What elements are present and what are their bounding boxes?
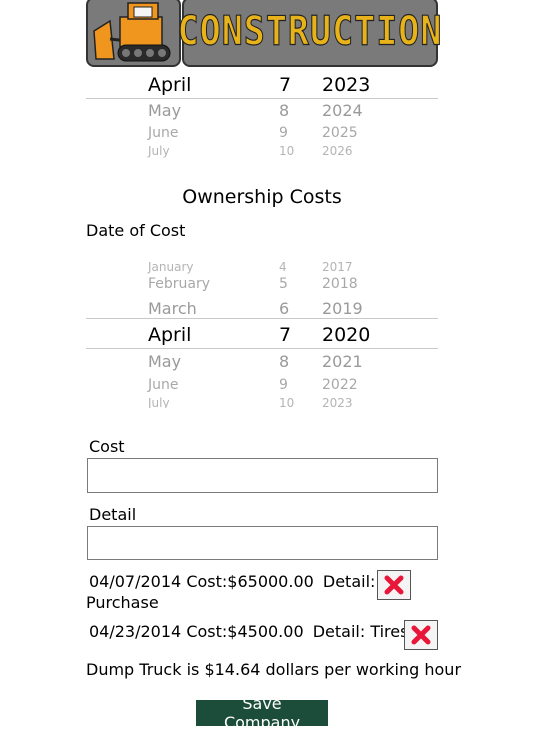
picker-year: 2025 — [322, 125, 358, 141]
picker-day: 9 — [279, 125, 288, 141]
picker-day: 4 — [279, 260, 287, 274]
picker-day: 9 — [279, 377, 288, 393]
picker-day: 8 — [279, 352, 290, 371]
picker-row[interactable]: June 9 2022 — [86, 377, 438, 397]
picker-month: June — [148, 377, 179, 393]
picker-year: 2021 — [322, 352, 363, 371]
entry-detail-label: Detail: Tires — [312, 622, 409, 641]
picker-selection-line — [86, 348, 438, 349]
picker-year: 2022 — [322, 377, 358, 393]
picker-month: May — [148, 352, 182, 371]
picker-day: 7 — [279, 324, 292, 346]
picker-row[interactable]: July 10 2026 — [86, 144, 438, 160]
picker-month: February — [148, 276, 211, 292]
entry-detail-label: Detail: — [322, 572, 376, 591]
picker-year: 2018 — [322, 276, 358, 292]
delete-entry-button[interactable] — [404, 620, 438, 650]
picker-month: April — [148, 74, 192, 96]
picker-day: 7 — [279, 74, 292, 96]
picker-day: 8 — [279, 101, 290, 120]
picker-year: 2023 — [322, 74, 371, 96]
picker-year: 2020 — [322, 324, 371, 346]
cost-entry-row: 04/07/2014 Cost:$65000.00 Detail: — [89, 572, 375, 591]
title-banner: CONSTRUCTION — [177, 0, 442, 67]
picker-year: 2019 — [322, 299, 363, 318]
top-date-picker[interactable]: April 7 2023 May 8 2024 June 9 2025 July 10 2026 — [86, 72, 438, 160]
red-x-icon — [411, 625, 431, 645]
picker-row[interactable]: May 8 2024 — [86, 101, 438, 121]
picker-month: June — [148, 125, 179, 141]
picker-row[interactable]: April 7 2020 — [86, 324, 438, 346]
ownership-costs-heading: Ownership Costs — [182, 186, 342, 208]
cost-input[interactable] — [87, 458, 438, 493]
picker-month: May — [148, 101, 182, 120]
picker-year: 2026 — [322, 144, 353, 158]
picker-day: 5 — [279, 276, 288, 292]
picker-month: July — [148, 396, 170, 408]
delete-entry-button[interactable] — [377, 570, 411, 600]
picker-month: July — [148, 144, 170, 158]
picker-row[interactable]: May 8 2021 — [86, 352, 438, 372]
entry-detail-value: Purchase — [86, 593, 159, 612]
picker-selection-line — [86, 98, 438, 99]
date-of-cost-label: Date of Cost — [86, 221, 186, 240]
date-of-cost-picker[interactable]: January 4 2017 February 5 2018 March 6 2019 April… — [86, 256, 438, 408]
cost-label: Cost — [89, 437, 125, 456]
entry-date: 04/07/2014 — [89, 572, 182, 591]
picker-year: 2017 — [322, 260, 353, 274]
picker-day: 6 — [279, 299, 290, 318]
detail-label: Detail — [89, 505, 137, 524]
save-company-button[interactable]: Save Company — [196, 694, 328, 732]
detail-input[interactable] — [87, 526, 438, 560]
picker-day: 10 — [279, 396, 295, 408]
picker-selection-line — [86, 318, 438, 319]
picker-day: 10 — [279, 144, 295, 158]
picker-month: April — [148, 324, 192, 346]
picker-month: January — [148, 260, 194, 274]
app-title: CONSTRUCTION — [177, 8, 443, 55]
bulldozer-icon — [93, 2, 171, 62]
logo-tile — [86, 0, 181, 67]
picker-row[interactable]: June 9 2025 — [86, 125, 438, 145]
picker-year: 2023 — [322, 396, 353, 408]
entry-cost: Cost:$65000.00 — [186, 572, 314, 591]
entry-date: 04/23/2014 — [89, 622, 182, 641]
hourly-cost-summary: Dump Truck is $14.64 dollars per working… — [86, 660, 462, 679]
picker-row[interactable]: April 7 2023 — [86, 74, 438, 96]
picker-year: 2024 — [322, 101, 363, 120]
picker-row[interactable]: March 6 2019 — [86, 299, 438, 319]
entry-cost: Cost:$4500.00 — [186, 622, 304, 641]
picker-row[interactable]: July 10 2023 — [86, 396, 438, 408]
red-x-icon — [384, 575, 404, 595]
cost-entry-row: 04/23/2014 Cost:$4500.00 Detail: Tires — [89, 622, 408, 641]
picker-month: March — [148, 299, 197, 318]
picker-row[interactable]: February 5 2018 — [86, 276, 438, 296]
